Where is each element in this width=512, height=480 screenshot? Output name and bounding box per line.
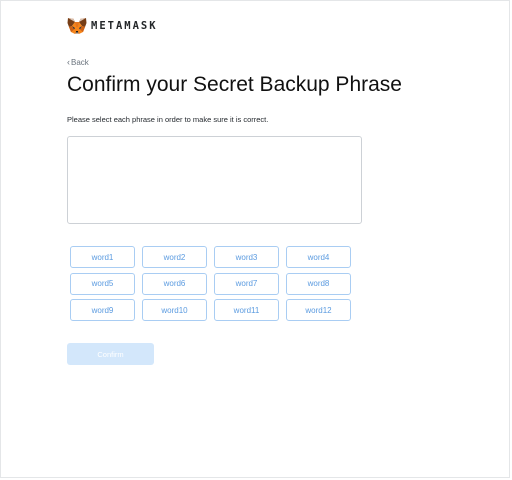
selected-phrase-area[interactable] — [67, 136, 362, 224]
word-button-7[interactable]: word7 — [214, 272, 279, 295]
word-selection-grid: word1 word2 word3 word4 word5 word6 word… — [70, 246, 351, 321]
back-link[interactable]: ‹Back — [67, 57, 89, 67]
chevron-left-icon: ‹ — [67, 57, 70, 67]
word-button-2[interactable]: word2 — [142, 246, 207, 268]
brand-name: METAMASK — [91, 20, 158, 32]
word-button-9[interactable]: word9 — [70, 299, 135, 321]
metamask-fox-icon — [67, 18, 87, 34]
word-button-8[interactable]: word8 — [286, 272, 351, 295]
word-button-3[interactable]: word3 — [214, 246, 279, 268]
word-button-1[interactable]: word1 — [70, 246, 135, 268]
word-button-5[interactable]: word5 — [70, 272, 135, 295]
word-button-10[interactable]: word10 — [142, 299, 207, 321]
back-label: Back — [71, 58, 89, 67]
page-instructions: Please select each phrase in order to ma… — [67, 115, 269, 124]
page-title: Confirm your Secret Backup Phrase — [67, 73, 402, 96]
word-button-12[interactable]: word12 — [286, 299, 351, 321]
app-header: METAMASK — [67, 17, 158, 35]
confirm-backup-phrase-page: METAMASK ‹Back Confirm your Secret Backu… — [0, 0, 510, 478]
word-button-11[interactable]: word11 — [214, 299, 279, 321]
word-button-4[interactable]: word4 — [286, 246, 351, 268]
word-button-6[interactable]: word6 — [142, 272, 207, 295]
confirm-button[interactable]: Confirm — [67, 343, 154, 365]
